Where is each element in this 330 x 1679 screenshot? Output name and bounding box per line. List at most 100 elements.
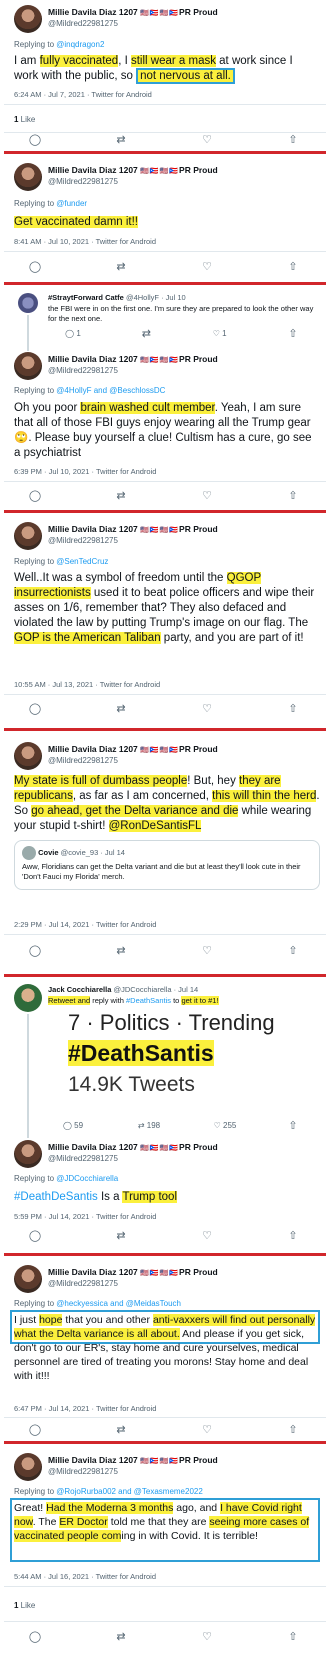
reply-icon[interactable]: ◯ <box>28 134 42 146</box>
reply-icon[interactable]: ◯ <box>28 1424 42 1436</box>
tweet-actions: ◯ ⇄ ♡ ⇧ <box>14 1424 314 1437</box>
retweet-icon[interactable]: ⇄ <box>114 1230 128 1242</box>
separator <box>4 282 326 285</box>
share-icon[interactable]: ⇧ <box>286 1230 300 1242</box>
tweet-timestamp[interactable]: 5:59 PM · Jul 14, 2021 · Twitter for And… <box>14 1212 156 1221</box>
reply-to-link[interactable]: @SenTedCruz <box>56 557 108 566</box>
retweet-icon[interactable]: ⇄ <box>114 261 128 273</box>
avatar[interactable] <box>18 293 38 313</box>
heart-icon[interactable]: ♡ <box>200 261 214 273</box>
user-handle[interactable]: @Mildred22981275 <box>48 366 118 375</box>
heart-icon[interactable]: ♡ <box>200 134 214 146</box>
trending-image[interactable]: 7 · Politics · Trending #DeathSantis 14.… <box>68 1010 308 1110</box>
retweet-icon[interactable]: ⇄ <box>114 490 128 502</box>
tweet-timestamp[interactable]: 6:39 PM · Jul 10, 2021 · Twitter for And… <box>14 467 156 476</box>
reply-icon[interactable]: ◯ <box>28 261 42 273</box>
reply-icon[interactable]: ◯ <box>28 490 42 502</box>
display-name[interactable]: Millie Davila Diaz 1207 🇺🇸🇵🇷🇺🇸🇵🇷PR Proud <box>48 1267 218 1277</box>
reply-icon[interactable]: ◯ 59 <box>58 1120 88 1132</box>
likes-count[interactable]: 1 Like <box>14 115 35 124</box>
heart-icon[interactable]: ♡ 255 <box>210 1120 240 1132</box>
tweet-5: Millie Davila Diaz 1207 🇺🇸🇵🇷🇺🇸🇵🇷PR Proud… <box>4 734 326 970</box>
share-icon[interactable]: ⇧ <box>286 1120 300 1132</box>
avatar[interactable] <box>14 5 42 33</box>
tweet-timestamp[interactable]: 8:41 AM · Jul 10, 2021 · Twitter for And… <box>14 237 156 246</box>
retweet-icon[interactable]: ⇄ <box>139 328 153 340</box>
display-name[interactable]: Millie Davila Diaz 1207 🇺🇸🇵🇷🇺🇸🇵🇷PR Proud <box>48 7 218 17</box>
reply-to-link[interactable]: @4HollyF and @BeschlossDC <box>56 386 165 395</box>
avatar[interactable] <box>14 163 42 191</box>
display-name[interactable]: Millie Davila Diaz 1207 🇺🇸🇵🇷🇺🇸🇵🇷PR Proud <box>48 1142 218 1152</box>
divider <box>4 132 326 133</box>
retweet-icon[interactable]: ⇄ <box>114 1631 128 1643</box>
tweet-actions: ◯ ⇄ ♡ ⇧ <box>14 703 314 717</box>
quoted-tweet[interactable]: Covie @covie_93 · Jul 14 Aww, Floridians… <box>14 840 320 890</box>
tweet-timestamp[interactable]: 6:24 AM · Jul 7, 2021 · Twitter for Andr… <box>14 90 152 99</box>
display-name[interactable]: Millie Davila Diaz 1207 🇺🇸🇵🇷🇺🇸🇵🇷PR Proud <box>48 1455 218 1465</box>
trend-count: 14.9K Tweets <box>68 1073 195 1096</box>
avatar[interactable] <box>14 1140 42 1168</box>
reply-icon[interactable]: ◯ <box>28 1631 42 1643</box>
avatar[interactable] <box>14 1453 42 1481</box>
avatar[interactable] <box>14 522 42 550</box>
display-name[interactable]: Millie Davila Diaz 1207 🇺🇸🇵🇷🇺🇸🇵🇷PR Proud <box>48 744 218 754</box>
tweet-timestamp[interactable]: 10:55 AM · Jul 13, 2021 · Twitter for An… <box>14 680 160 689</box>
reply-icon[interactable]: ◯ 1 <box>58 328 88 340</box>
tweet-actions: ◯ ⇄ ♡ ⇧ <box>14 261 314 275</box>
parent-actions: ◯ 1 ⇄ ♡ 1 ⇧ <box>44 328 314 342</box>
replying-to: Replying to @JDCocchiarella <box>14 1174 119 1183</box>
share-icon[interactable]: ⇧ <box>286 261 300 273</box>
tweet-text: Get vaccinated damn it!! <box>14 216 139 228</box>
display-name[interactable]: Millie Davila Diaz 1207 🇺🇸🇵🇷🇺🇸🇵🇷PR Proud <box>48 165 218 175</box>
user-handle[interactable]: @Mildred22981275 <box>48 1154 118 1163</box>
quoted-text: Aww, Floridians can get the Delta varian… <box>22 862 301 881</box>
retweet-icon[interactable]: ⇄ <box>114 134 128 146</box>
reply-to-link[interactable]: @RojoRurba002 and @Texasmeme2022 <box>56 1487 203 1496</box>
share-icon[interactable]: ⇧ <box>286 1631 300 1643</box>
heart-icon[interactable]: ♡ 1 <box>205 328 235 340</box>
retweet-icon[interactable]: ⇄ 198 <box>134 1120 164 1132</box>
reply-icon[interactable]: ◯ <box>28 945 42 957</box>
reply-to-link[interactable]: @inqdragon2 <box>56 40 104 49</box>
heart-icon[interactable]: ♡ <box>200 1631 214 1643</box>
reply-icon[interactable]: ◯ <box>28 703 42 715</box>
retweet-icon[interactable]: ⇄ <box>114 703 128 715</box>
share-icon[interactable]: ⇧ <box>286 1424 300 1436</box>
reply-icon[interactable]: ◯ <box>28 1230 42 1242</box>
user-handle[interactable]: @Mildred22981275 <box>48 19 118 28</box>
avatar[interactable] <box>14 1265 42 1293</box>
retweet-icon[interactable]: ⇄ <box>114 1424 128 1436</box>
parent-display-name[interactable]: Jack Cocchiarella @JDCocchiarella · Jul … <box>48 985 198 994</box>
heart-icon[interactable]: ♡ <box>200 1230 214 1242</box>
display-name[interactable]: Millie Davila Diaz 1207 🇺🇸🇵🇷🇺🇸🇵🇷PR Proud <box>48 524 218 534</box>
share-icon[interactable]: ⇧ <box>286 945 300 957</box>
user-handle[interactable]: @Mildred22981275 <box>48 1467 118 1476</box>
parent-display-name[interactable]: #StraytForward Catfe @4HollyF · Jul 10 <box>48 293 186 302</box>
heart-icon[interactable]: ♡ <box>200 703 214 715</box>
tweet-2: Millie Davila Diaz 1207 🇺🇸🇵🇷🇺🇸🇵🇷PR Proud… <box>4 157 326 279</box>
user-handle[interactable]: @Mildred22981275 <box>48 177 118 186</box>
reply-to-link[interactable]: @JDCocchiarella <box>56 1174 118 1183</box>
reply-to-link[interactable]: @heckyessica and @MeidasTouch <box>56 1299 181 1308</box>
heart-icon[interactable]: ♡ <box>200 1424 214 1436</box>
likes-count[interactable]: 1 Like <box>14 1601 35 1610</box>
user-handle[interactable]: @Mildred22981275 <box>48 756 118 765</box>
avatar[interactable] <box>14 352 42 380</box>
share-icon[interactable]: ⇧ <box>286 490 300 502</box>
user-handle[interactable]: @Mildred22981275 <box>48 1279 118 1288</box>
reply-to-link[interactable]: @funder <box>56 199 87 208</box>
share-icon[interactable]: ⇧ <box>286 134 300 146</box>
heart-icon[interactable]: ♡ <box>200 945 214 957</box>
tweet-timestamp[interactable]: 2:29 PM · Jul 14, 2021 · Twitter for And… <box>14 920 156 929</box>
user-handle[interactable]: @Mildred22981275 <box>48 536 118 545</box>
tweet-timestamp[interactable]: 5:44 AM · Jul 16, 2021 · Twitter for And… <box>14 1572 156 1581</box>
tweet-timestamp[interactable]: 6:47 PM · Jul 14, 2021 · Twitter for And… <box>14 1404 156 1413</box>
display-name[interactable]: Millie Davila Diaz 1207 🇺🇸🇵🇷🇺🇸🇵🇷PR Proud <box>48 354 218 364</box>
avatar[interactable] <box>14 984 42 1012</box>
avatar[interactable] <box>14 742 42 770</box>
share-icon[interactable]: ⇧ <box>286 328 300 340</box>
retweet-icon[interactable]: ⇄ <box>114 945 128 957</box>
share-icon[interactable]: ⇧ <box>286 703 300 715</box>
tweet-actions: ◯ ⇄ ♡ ⇧ <box>14 134 314 148</box>
heart-icon[interactable]: ♡ <box>200 490 214 502</box>
